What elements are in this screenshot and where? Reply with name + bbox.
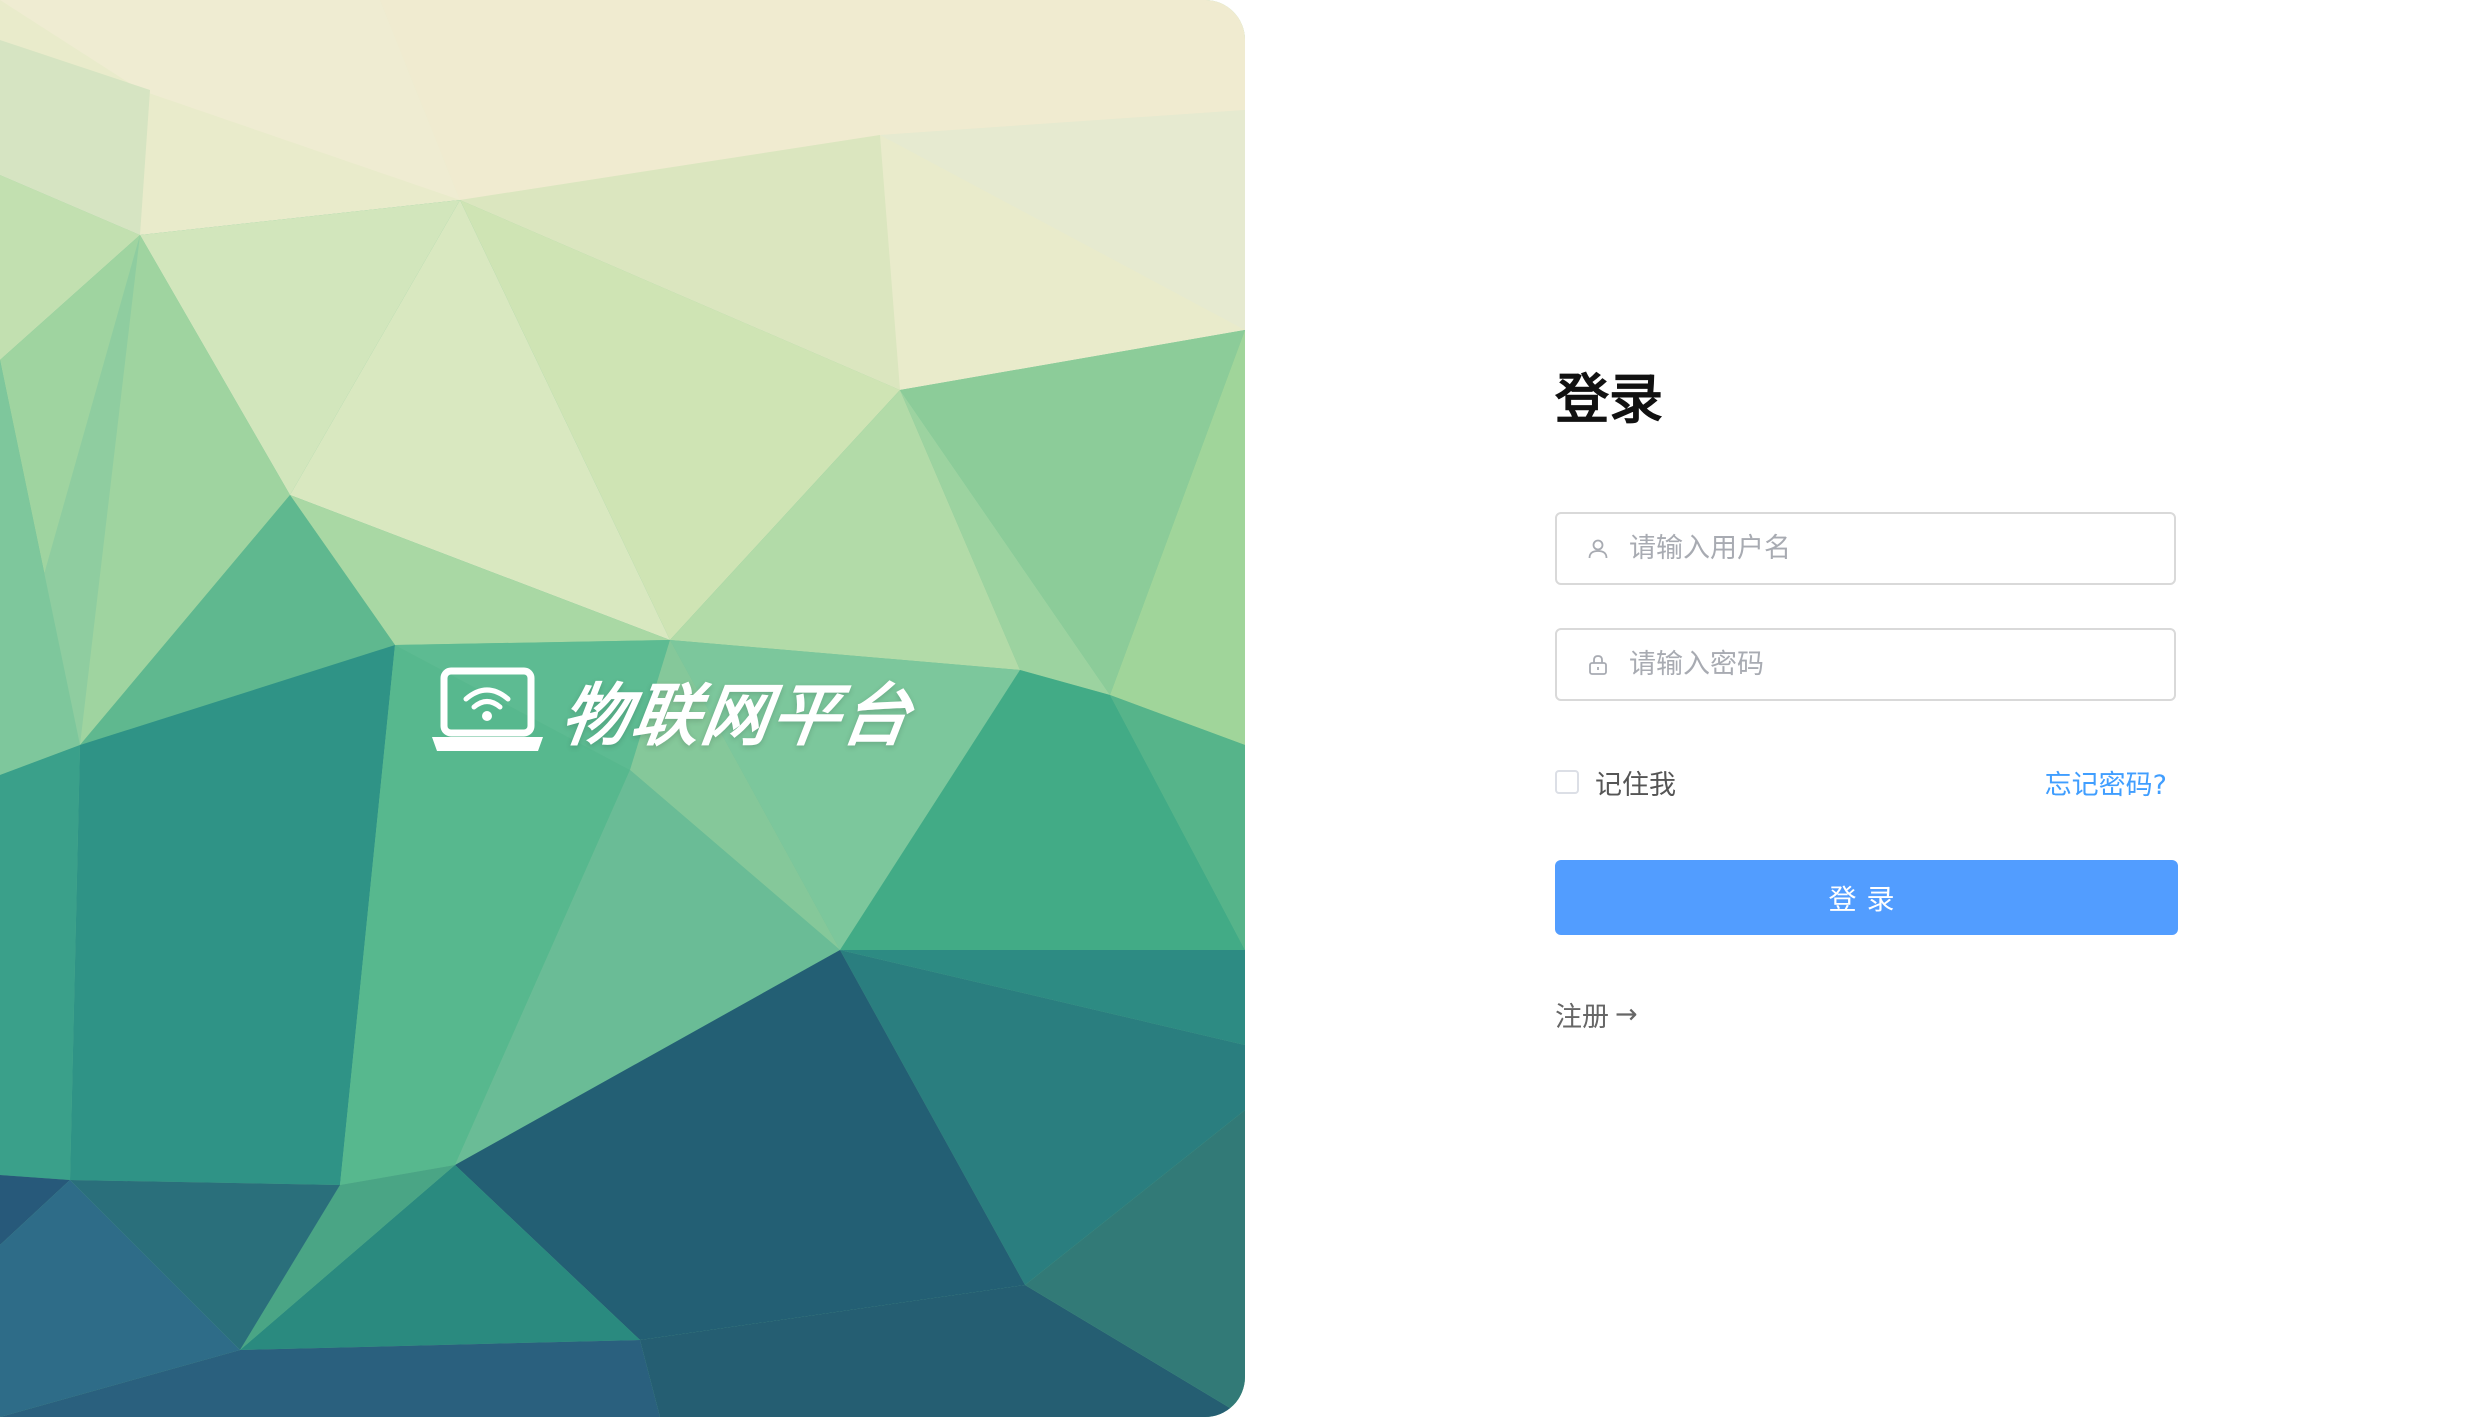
laptop-wifi-icon [432,667,543,751]
brand-logo: 物联网平台 [430,660,918,759]
register-link[interactable]: 注册 → [1555,995,1638,1034]
login-page: 物联网平台 登录 请输入用户名 记住我 忘记密码? 登录 注册 → [0,0,2488,1417]
lock-icon [1585,652,1611,678]
remember-checkbox[interactable] [1555,770,1579,794]
user-icon [1585,536,1611,562]
username-field[interactable] [1555,512,2176,585]
hero-panel: 物联网平台 [0,0,1245,1417]
password-input[interactable] [1627,633,2174,696]
login-form: 登录 记住我 [1555,360,2178,1033]
options-row: 记住我 忘记密码? [1555,762,2167,802]
brand-title: 物联网平台 [556,676,918,756]
forgot-password-link[interactable]: 忘记密码? [2045,763,2167,802]
username-input[interactable] [1627,517,2174,580]
password-field[interactable] [1555,628,2176,701]
login-title: 登录 [1555,368,1663,431]
remember-label: 记住我 [1595,769,1676,801]
remember-me[interactable]: 记住我 [1555,763,1676,802]
arrow-right-icon: → [1615,999,1638,1030]
register-label: 注册 [1555,1002,1609,1033]
login-button[interactable]: 登录 [1555,860,2178,935]
